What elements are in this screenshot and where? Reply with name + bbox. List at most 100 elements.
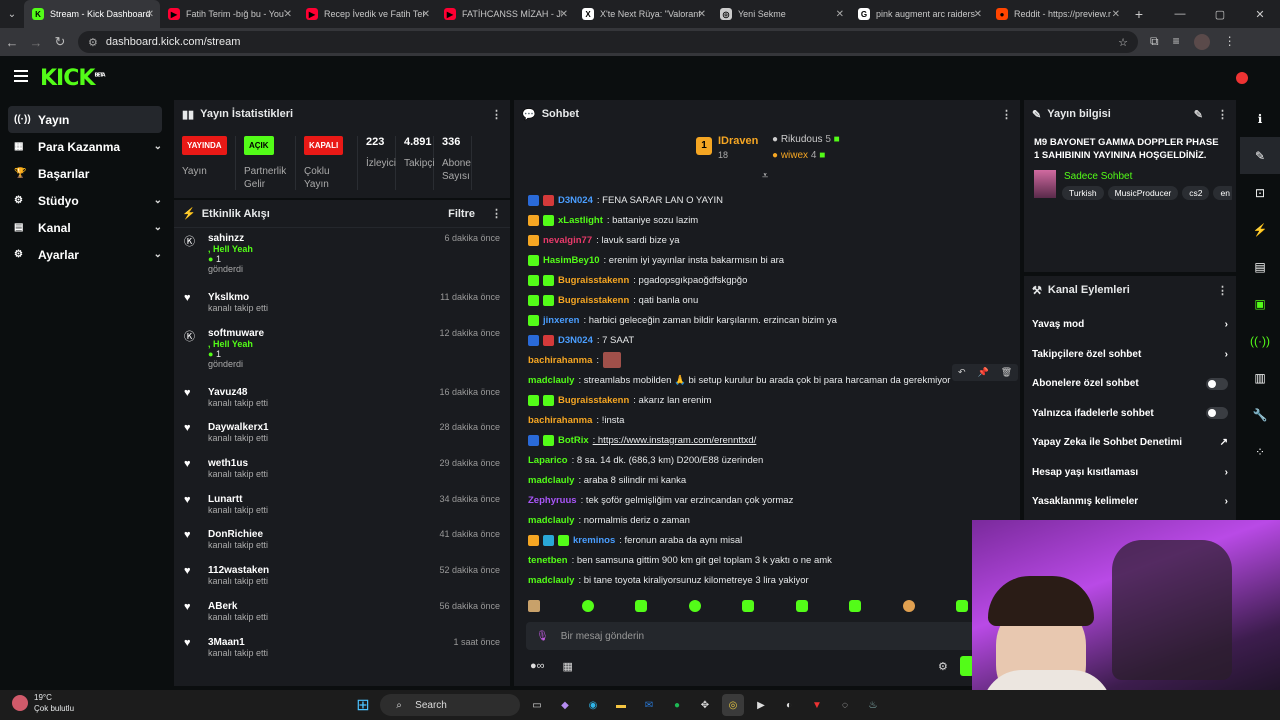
- tab-close-icon[interactable]: ✕: [974, 9, 982, 20]
- channel-action-item[interactable]: Yapay Zeka ile Sohbet Denetimi ↗: [1024, 428, 1236, 458]
- pin-icon[interactable]: 📌: [978, 367, 989, 378]
- tab-close-icon[interactable]: ✕: [422, 9, 430, 20]
- emote-icon[interactable]: [688, 600, 701, 612]
- browser-tab[interactable]: X X'te Next Rüya: "Valorant ✕: [574, 0, 712, 28]
- site-info-icon[interactable]: ⚙: [88, 36, 98, 49]
- media-icon[interactable]: ≡: [1173, 34, 1180, 50]
- app-icon[interactable]: ▼: [806, 694, 828, 716]
- chat-username[interactable]: Zephyruus: [528, 495, 577, 506]
- toggle-switch[interactable]: [1206, 377, 1228, 390]
- notes-icon[interactable]: ▤: [1240, 248, 1280, 285]
- sidebar-item-5[interactable]: ⚙ Ayarlar ⌄: [8, 241, 162, 268]
- explorer-icon[interactable]: ▬: [610, 694, 632, 716]
- media-player-icon[interactable]: ▶: [750, 694, 772, 716]
- lightning-tool-icon[interactable]: ⚡: [1240, 211, 1280, 248]
- top-gifter-first[interactable]: IDraven: [718, 135, 758, 147]
- activity-user[interactable]: weth1us: [208, 458, 268, 469]
- chat-username[interactable]: madclauly: [528, 475, 574, 486]
- emote-icon[interactable]: [956, 600, 968, 612]
- chat-tool-icon[interactable]: ▣: [1240, 285, 1280, 322]
- browser-menu-icon[interactable]: ⋮: [1224, 34, 1236, 50]
- edit-tool-icon[interactable]: ✎: [1240, 137, 1280, 174]
- new-tab-button[interactable]: +: [1126, 6, 1152, 22]
- chat-input[interactable]: 🎙 Bir mesaj gönderin: [526, 622, 976, 650]
- sidebar-item-4[interactable]: ▤ Kanal ⌄: [8, 214, 162, 241]
- url-field[interactable]: ⚙ dashboard.kick.com/stream ☆: [78, 31, 1138, 53]
- activity-user[interactable]: DonRichiee: [208, 529, 268, 540]
- chat-username[interactable]: xLastlight: [558, 215, 603, 226]
- info-icon[interactable]: ℹ: [1240, 100, 1280, 137]
- app-icon[interactable]: ◐: [778, 694, 800, 716]
- activity-user[interactable]: Daywalkerx1: [208, 422, 269, 433]
- edit-icon[interactable]: ✎: [1194, 108, 1203, 121]
- capture-icon[interactable]: ⊡: [1240, 174, 1280, 211]
- activity-user[interactable]: 112wastaken: [208, 565, 269, 576]
- chat-username[interactable]: jinxeren: [543, 315, 579, 326]
- reload-icon[interactable]: ↻: [48, 34, 72, 50]
- tab-close-icon[interactable]: ✕: [698, 9, 706, 20]
- sidebar-item-2[interactable]: 🏆 Başarılar: [8, 160, 162, 187]
- stream-tag[interactable]: en: [1213, 186, 1232, 200]
- channel-action-item[interactable]: Yalnızca ifadelerle sohbet: [1024, 399, 1236, 429]
- browser-tab[interactable]: ● Reddit - https://preview.r ✕: [988, 0, 1126, 28]
- activity-user[interactable]: 3Maan1: [208, 637, 268, 648]
- back-icon[interactable]: ←: [0, 35, 24, 50]
- emote-icon[interactable]: [849, 600, 861, 612]
- stream-tag[interactable]: cs2: [1182, 186, 1210, 200]
- chat-username[interactable]: tenetben: [528, 555, 568, 566]
- app-icon[interactable]: ✥: [694, 694, 716, 716]
- emote-icon[interactable]: [742, 600, 754, 612]
- profile-avatar[interactable]: [1193, 34, 1210, 50]
- chat-username[interactable]: D3N024: [558, 195, 593, 206]
- chat-username[interactable]: bachirahanma: [528, 355, 592, 366]
- chat-username[interactable]: Bugraisstakenn: [558, 295, 629, 306]
- maximize-icon[interactable]: ▢: [1200, 0, 1240, 28]
- activity-user[interactable]: softmuware: [208, 328, 264, 339]
- emote-icon[interactable]: [581, 600, 594, 612]
- browser-tab[interactable]: ◎ Yeni Sekme ✕: [712, 0, 850, 28]
- stats-menu-icon[interactable]: ⋮: [491, 108, 502, 121]
- chat-username[interactable]: madclauly: [528, 575, 574, 586]
- chat-username[interactable]: HasimBey10: [543, 255, 600, 266]
- tab-close-icon[interactable]: ✕: [560, 9, 568, 20]
- browser-tab[interactable]: K Stream - Kick Dashboard ✕: [24, 0, 160, 28]
- channel-action-item[interactable]: Abonelere özel sohbet: [1024, 369, 1236, 399]
- extensions-icon[interactable]: ⧉: [1150, 34, 1159, 50]
- emote-icon[interactable]: [902, 600, 915, 612]
- close-window-icon[interactable]: ✕: [1240, 0, 1280, 28]
- activity-user[interactable]: ABerk: [208, 601, 268, 612]
- chat-menu-icon[interactable]: ⋮: [1001, 108, 1012, 121]
- chat-text[interactable]: : https://www.instagram.com/erennttxd/: [593, 435, 757, 446]
- emote-icon[interactable]: [635, 600, 647, 612]
- tab-close-icon[interactable]: ✕: [1112, 9, 1120, 20]
- spotify-icon[interactable]: ●: [666, 694, 688, 716]
- forward-icon[interactable]: →: [24, 35, 48, 50]
- hamburger-menu-icon[interactable]: [14, 70, 28, 85]
- taskbar-search[interactable]: ⌕ Search: [380, 694, 520, 716]
- channel-action-item[interactable]: Takipçilere özel sohbet ›: [1024, 340, 1236, 370]
- chat-settings-icon[interactable]: ⚙: [938, 660, 948, 673]
- windows-start-icon[interactable]: ⊞: [352, 694, 374, 716]
- top-gifter-second[interactable]: ● Rikudous 5 ■: [772, 134, 840, 145]
- outlook-icon[interactable]: ✉: [638, 694, 660, 716]
- browser-tab[interactable]: Gpink augment arc raiders ✕: [850, 0, 988, 28]
- notification-icon[interactable]: [1236, 72, 1248, 84]
- activity-user[interactable]: Ykslkmo: [208, 292, 268, 303]
- stream-info-menu-icon[interactable]: ⋮: [1217, 108, 1228, 121]
- browser-tab[interactable]: ▶ FATİHCANSS MİZAH - JET ✕: [436, 0, 574, 28]
- minimize-icon[interactable]: —: [1160, 0, 1200, 28]
- chat-username[interactable]: kreminos: [573, 535, 615, 546]
- category-name[interactable]: Sadece Sohbet: [1064, 171, 1132, 182]
- activity-user[interactable]: sahinzz: [208, 233, 253, 244]
- activity-menu-icon[interactable]: ⋮: [491, 207, 502, 220]
- tab-close-icon[interactable]: ✕: [146, 9, 154, 20]
- weather-widget[interactable]: 19°C Çok bulutlu: [12, 692, 74, 714]
- chat-username[interactable]: Bugraisstakenn: [558, 275, 629, 286]
- channel-action-item[interactable]: Yavaş mod ›: [1024, 310, 1236, 340]
- emote-icon[interactable]: [528, 600, 540, 612]
- channel-action-item[interactable]: Hesap yaşı kısıtlaması ›: [1024, 458, 1236, 488]
- pinned-expand-icon[interactable]: ⩡: [762, 170, 768, 183]
- more-tools-icon[interactable]: ⁘: [1240, 433, 1280, 470]
- bookmark-star-icon[interactable]: ☆: [1118, 36, 1128, 49]
- layout-icon[interactable]: ▥: [1240, 359, 1280, 396]
